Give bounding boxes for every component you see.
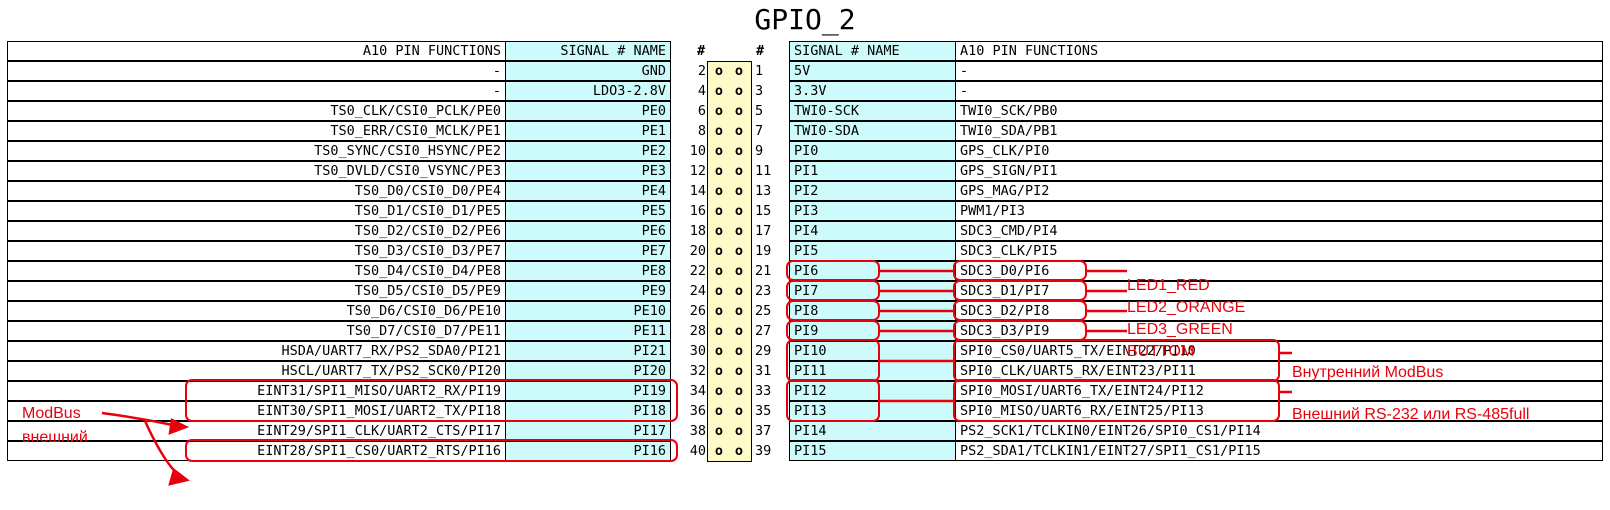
arrowhead-row-18 [168,418,190,435]
annotation-arrows [101,269,1292,486]
arrowhead-row-16 [168,467,190,486]
annotation-led1: LED1_RED [1127,277,1210,294]
arrow-modbus-to-row-18 [101,411,179,428]
annotation-modbus-external-line1: ModBus [22,405,81,422]
annotation-button: BUTTOM [1127,343,1195,360]
annotation-modbus-internal: Внутренний ModBus [1292,364,1444,381]
annotation-led2: LED2_ORANGE [1127,299,1246,316]
annotation-led3: LED3_GREEN [1127,321,1233,338]
annotation-modbus-external-line2: внешний [22,429,88,446]
annotation-rs232: Внешний RS-232 или RS-485full [1292,406,1530,423]
